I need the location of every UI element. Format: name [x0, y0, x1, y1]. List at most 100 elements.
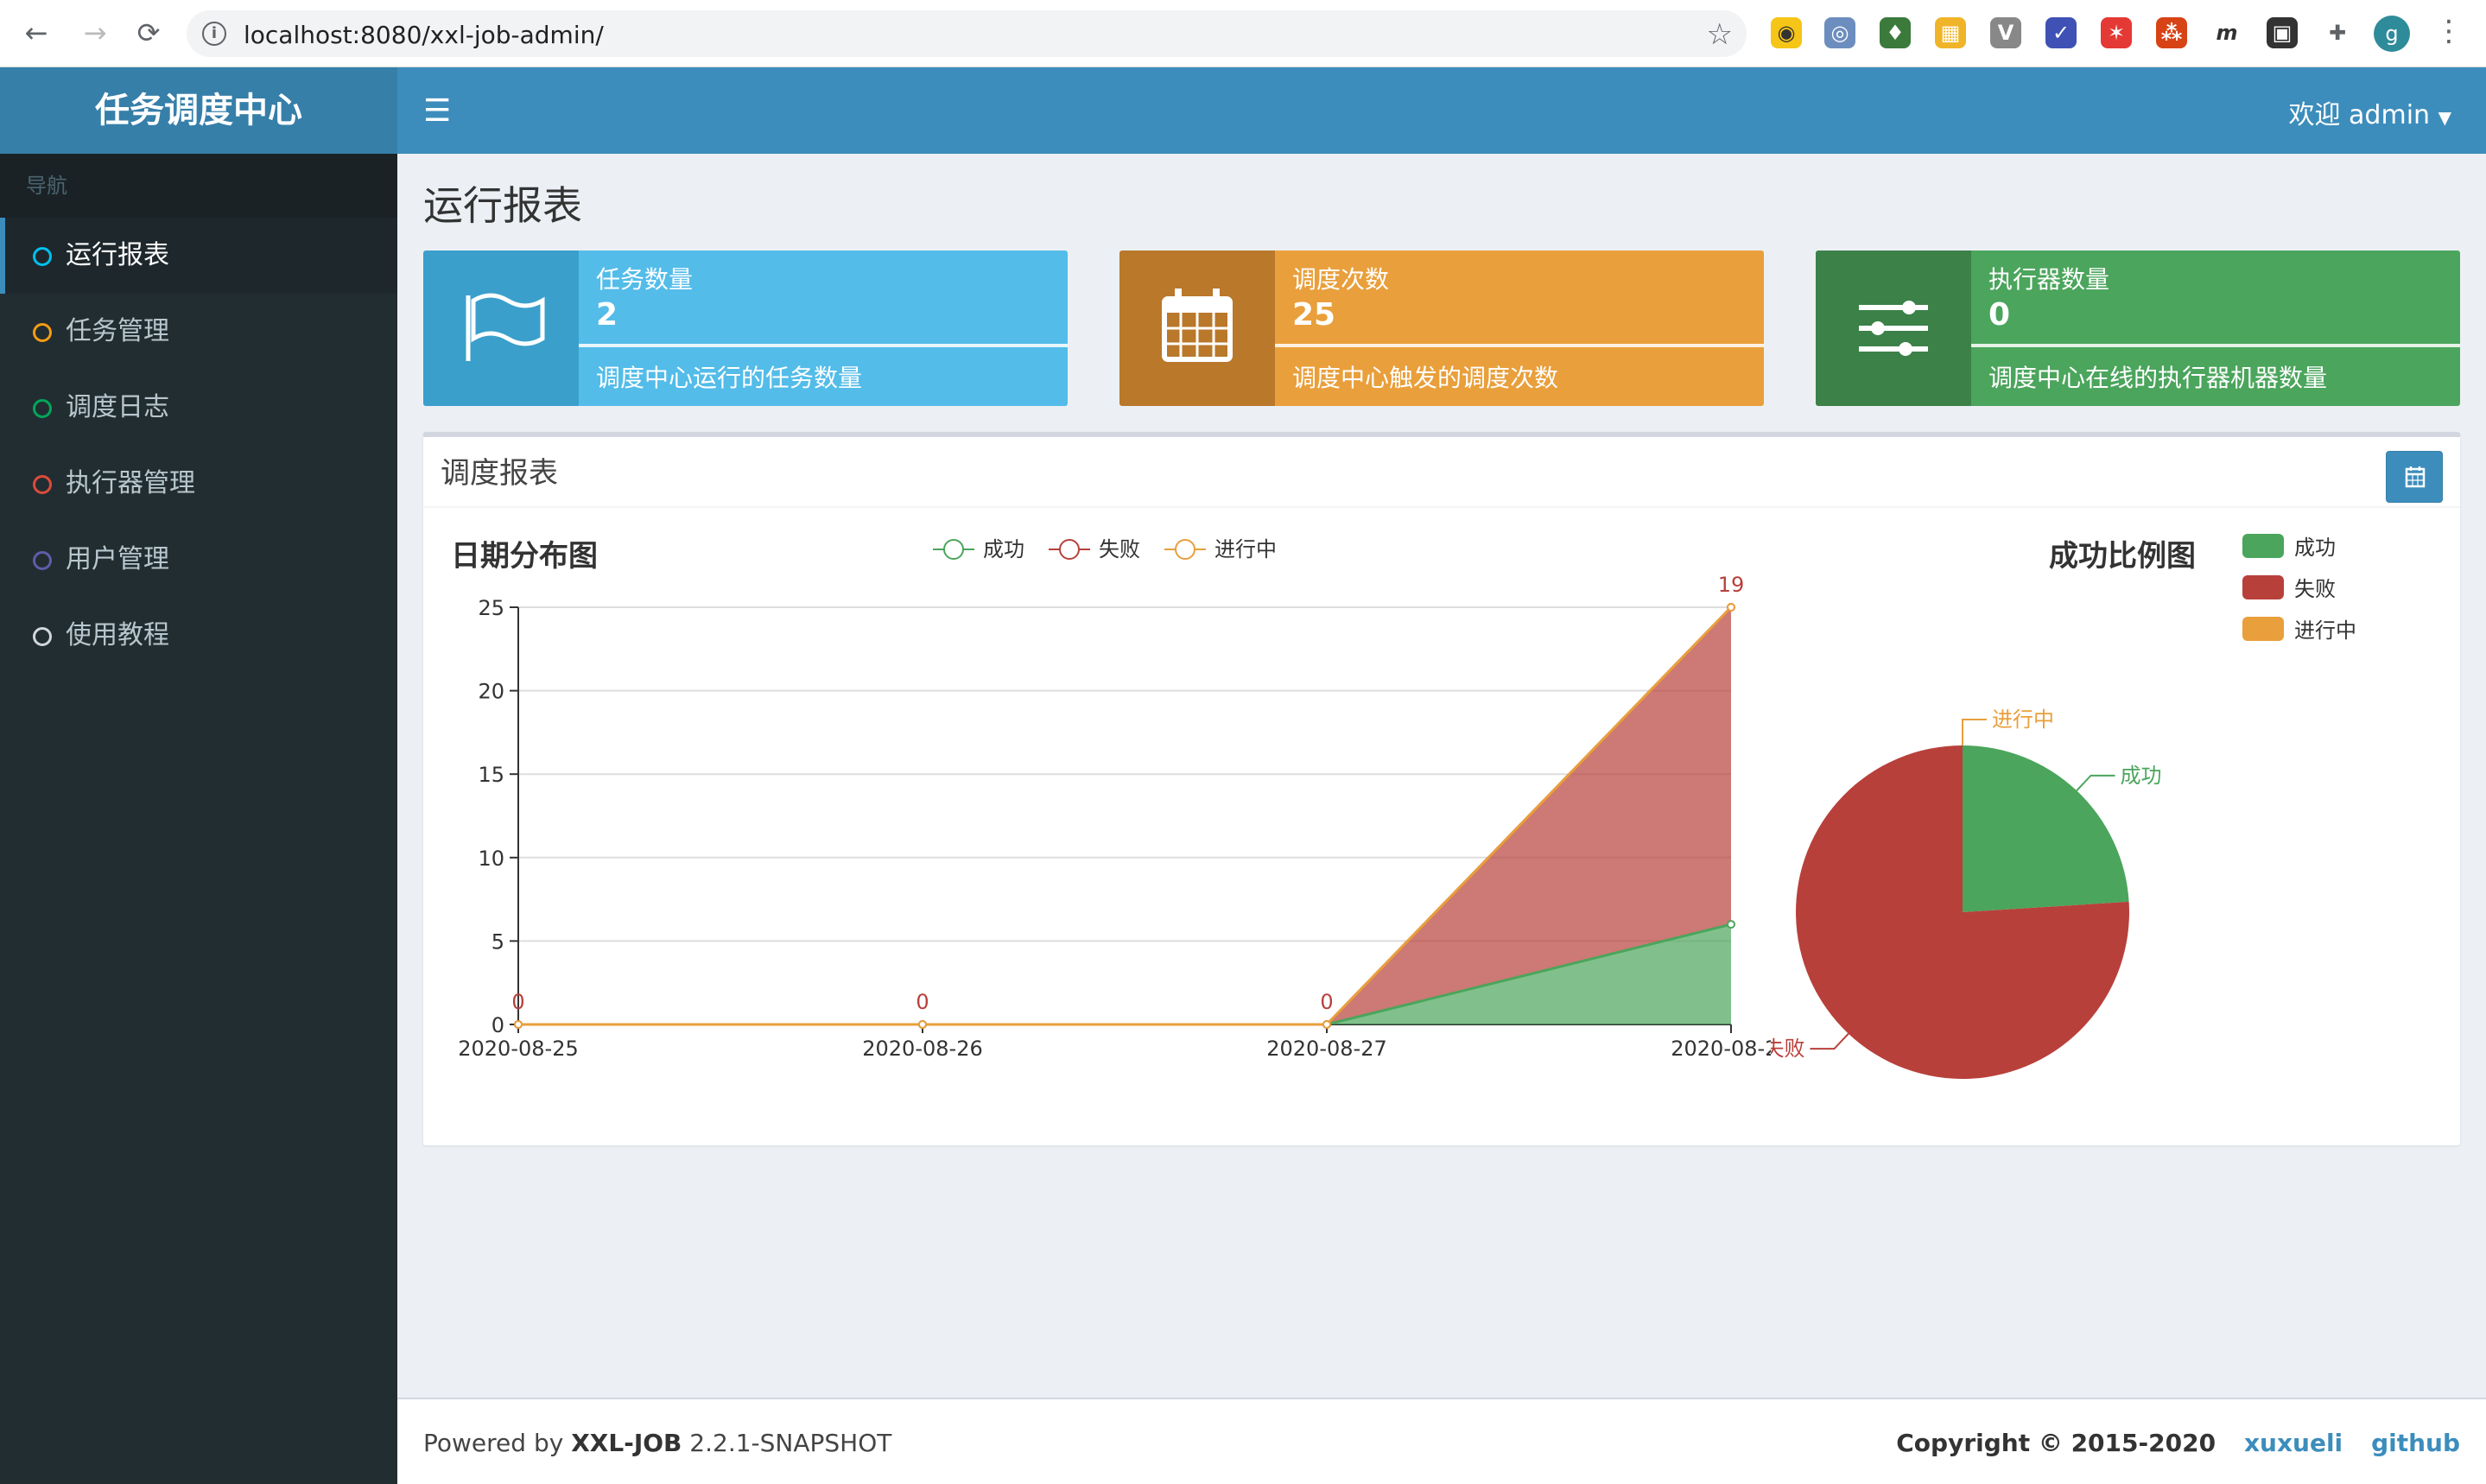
circle-icon: [33, 323, 52, 342]
app-logo[interactable]: 任务调度中心: [0, 67, 397, 154]
browser-toolbar: ← → ⟳ i localhost:8080/xxl-job-admin/ ☆ …: [0, 0, 2486, 67]
legend-swatch[interactable]: [2242, 534, 2284, 558]
profile-avatar[interactable]: g: [2374, 16, 2410, 52]
info-box-1: 调度次数 25 调度中心触发的调度次数: [1119, 251, 1764, 406]
sidebar-item-label: 任务管理: [66, 316, 169, 346]
extension-grid-icon[interactable]: ▦: [1935, 17, 1966, 48]
sidebar-item-5[interactable]: 使用教程: [0, 598, 397, 674]
sidebar-item-2[interactable]: 调度日志: [0, 370, 397, 446]
extension-circle-icon[interactable]: ◎: [1824, 17, 1855, 48]
legend-label[interactable]: 进行中: [1214, 537, 1277, 561]
legend-label[interactable]: 成功: [983, 537, 1024, 561]
circle-icon: [33, 247, 52, 266]
sidebar: 导航 运行报表 任务管理 调度日志 执行器管理 用户管理 使用教程: [0, 154, 397, 1484]
legend-label[interactable]: 进行中: [2294, 618, 2356, 643]
extension-leaf-icon[interactable]: ♦: [1880, 17, 1911, 48]
xuxueli-link[interactable]: xuxueli: [2244, 1429, 2343, 1457]
sidebar-item-label: 用户管理: [66, 544, 169, 574]
extension-box-icon[interactable]: ▣: [2267, 17, 2298, 48]
info-box-label: 执行器数量: [1988, 265, 2110, 294]
circle-icon: [33, 551, 52, 570]
data-point[interactable]: [1727, 920, 1735, 929]
pie-slice[interactable]: [1963, 745, 2129, 912]
x-tick-label: 2020-08-28: [1671, 1037, 1771, 1061]
info-box-label: 调度次数: [1292, 265, 1390, 294]
footer-version: 2.2.1-SNAPSHOT: [682, 1429, 892, 1457]
extension-vue-icon[interactable]: V: [1990, 17, 2021, 48]
sidebar-item-3[interactable]: 执行器管理: [0, 446, 397, 522]
extension-m-icon[interactable]: m: [2211, 17, 2242, 48]
legend-label[interactable]: 失败: [1099, 537, 1140, 561]
welcome-text[interactable]: 欢迎 admin: [2289, 100, 2431, 130]
info-box-value: 2: [596, 297, 618, 333]
legend-swatch[interactable]: [2242, 575, 2284, 599]
y-tick-label: 15: [478, 763, 504, 787]
caret-down-icon[interactable]: ▼: [2438, 107, 2451, 128]
sliders-icon: [1816, 251, 1971, 406]
legend-label[interactable]: 成功: [2294, 536, 2336, 560]
success-ratio-chart: 成功失败进行中成功失败进行中: [1771, 534, 2356, 1079]
extension-network-icon[interactable]: ⁂: [2156, 17, 2187, 48]
y-tick-label: 25: [478, 596, 504, 620]
info-box-divider: [1971, 344, 2460, 347]
bookmark-star-icon[interactable]: ☆: [1707, 17, 1733, 52]
info-box-body: 执行器数量 0 调度中心在线的执行器机器数量: [1971, 251, 2460, 406]
data-label: 0: [1320, 990, 1333, 1014]
site-info-icon[interactable]: i: [202, 22, 226, 46]
legend-marker[interactable]: [1175, 539, 1195, 560]
forward-arrow-icon[interactable]: →: [78, 16, 112, 50]
data-point[interactable]: [918, 1020, 927, 1029]
data-point[interactable]: [1727, 603, 1735, 612]
info-box-2: 执行器数量 0 调度中心在线的执行器机器数量: [1816, 251, 2460, 406]
x-tick-label: 2020-08-25: [458, 1037, 578, 1061]
extension-star-icon[interactable]: ✶: [2101, 17, 2132, 48]
back-arrow-icon[interactable]: ←: [19, 16, 54, 50]
footer-powered: Powered by XXL-JOB 2.2.1-SNAPSHOT: [423, 1429, 891, 1457]
browser-menu-icon[interactable]: ⋮: [2434, 14, 2464, 48]
extensions-puzzle-icon[interactable]: ✚: [2322, 17, 2353, 48]
url-text[interactable]: localhost:8080/xxl-job-admin/: [244, 21, 604, 49]
legend-marker[interactable]: [1059, 539, 1080, 560]
sidebar-item-label: 调度日志: [66, 392, 169, 422]
panel-title: 调度报表: [441, 456, 558, 491]
info-box-value: 0: [1988, 297, 2011, 333]
circle-icon: [33, 627, 52, 646]
data-label: 0: [511, 990, 524, 1014]
sidebar-item-4[interactable]: 用户管理: [0, 522, 397, 598]
legend-marker[interactable]: [943, 539, 964, 560]
sidebar-toggle-icon[interactable]: ☰: [423, 93, 451, 129]
info-box-divider: [579, 344, 1068, 347]
flag-icon: [423, 251, 579, 406]
data-point[interactable]: [1322, 1020, 1331, 1029]
reload-icon[interactable]: ⟳: [131, 16, 166, 50]
address-bar[interactable]: i localhost:8080/xxl-job-admin/ ☆: [187, 10, 1747, 57]
copyright-text: Copyright © 2015-2020: [1896, 1429, 2216, 1457]
info-box-value: 25: [1292, 297, 1336, 333]
sidebar-item-1[interactable]: 任务管理: [0, 294, 397, 370]
user-dropdown[interactable]: 欢迎 admin ▼: [2289, 93, 2451, 131]
legend-label[interactable]: 失败: [2294, 577, 2336, 601]
github-link[interactable]: github: [2371, 1429, 2460, 1457]
info-box-desc: 调度中心在线的执行器机器数量: [1988, 364, 2328, 392]
footer-brand: XXL-JOB: [571, 1429, 682, 1457]
date-range-button[interactable]: [2386, 451, 2443, 503]
info-box-divider: [1275, 344, 1764, 347]
info-box-desc: 调度中心触发的调度次数: [1292, 364, 1559, 392]
calendar-icon: [2405, 466, 2426, 488]
legend-swatch[interactable]: [2242, 617, 2284, 641]
leader-line: [1962, 719, 1987, 745]
data-point[interactable]: [514, 1020, 523, 1029]
sidebar-item-0[interactable]: 运行报表: [0, 218, 397, 294]
pie-label: 进行中: [1992, 707, 2054, 732]
top-navbar: ☰ 欢迎 admin ▼: [397, 67, 2486, 154]
leader-line: [2076, 774, 2115, 791]
extension-check-icon[interactable]: ✓: [2045, 17, 2077, 48]
sidebar-menu: 运行报表任务管理调度日志执行器管理用户管理使用教程: [0, 218, 397, 674]
info-box-body: 任务数量 2 调度中心运行的任务数量: [579, 251, 1068, 406]
y-tick-label: 5: [491, 929, 504, 954]
extension-glasses-icon[interactable]: ◉: [1771, 17, 1802, 48]
y-tick-label: 0: [491, 1013, 504, 1037]
pie-label: 失败: [1771, 1037, 1804, 1061]
y-tick-label: 20: [478, 680, 504, 704]
data-label: 0: [916, 990, 929, 1014]
